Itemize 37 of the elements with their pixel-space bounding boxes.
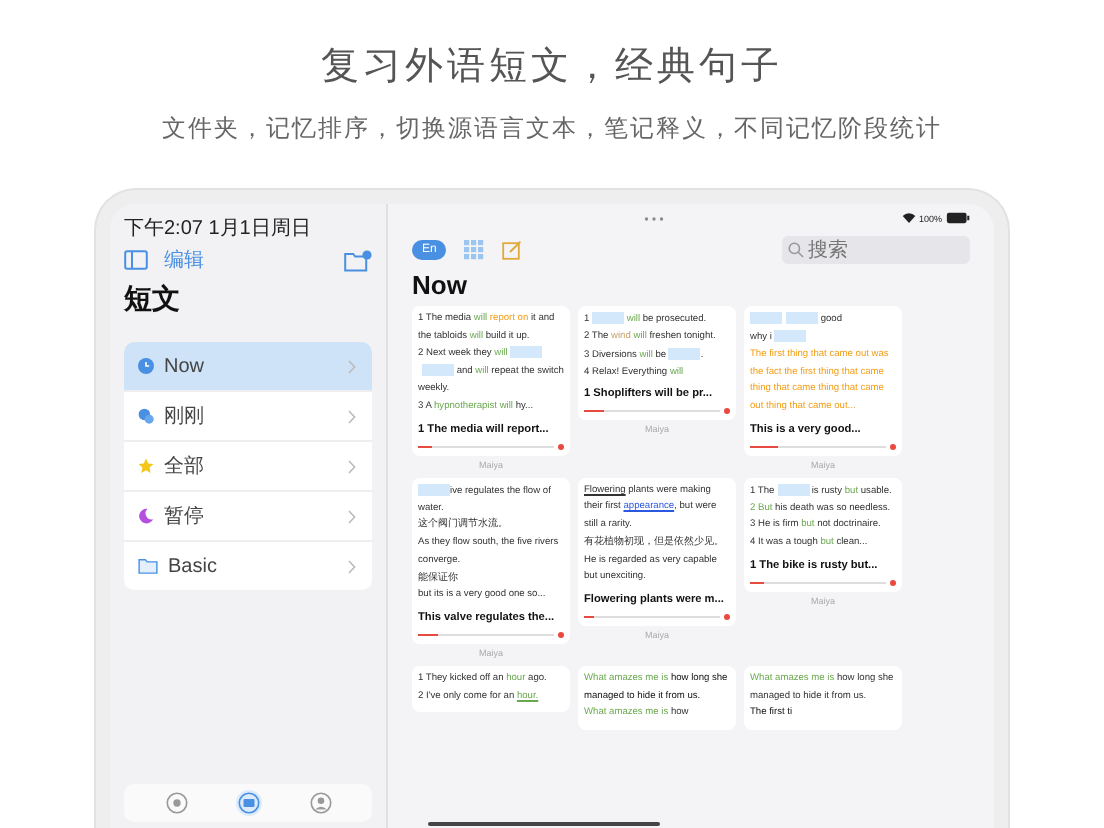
star-icon (138, 458, 154, 474)
subtitle: 文件夹，记忆排序，切换源语言文本，笔记释义，不同记忆阶段统计 (162, 112, 942, 146)
grid-icon[interactable] (464, 240, 485, 260)
sidebar-title: 短文 (124, 282, 182, 318)
end-dot (890, 579, 896, 586)
folder-add-icon[interactable] (344, 249, 372, 271)
folder-icon (138, 558, 158, 574)
battery-icon (946, 212, 971, 224)
chevron-icon (348, 459, 356, 473)
chevron-icon (348, 509, 356, 523)
chevron-icon (348, 559, 356, 573)
edit-icon[interactable] (502, 240, 523, 260)
chevron-icon (348, 409, 356, 423)
page-title: Now (412, 270, 469, 300)
record-tab[interactable] (163, 790, 189, 816)
status-time: 下午2:07 1月1日周日 (124, 216, 313, 242)
cards-tab[interactable] (235, 790, 261, 816)
folder-item[interactable]: Now (124, 342, 372, 392)
search-field[interactable]: 搜索 (782, 236, 970, 264)
profile-tab[interactable] (307, 790, 333, 816)
folder-item[interactable]: 刚刚 (124, 392, 372, 442)
end-dot (890, 443, 896, 450)
end-dot (724, 408, 730, 415)
end-dot (724, 613, 730, 620)
end-dot (558, 443, 564, 450)
folder-item[interactable]: 暂停 (124, 492, 372, 542)
wifi-icon (901, 212, 915, 224)
people-icon (138, 408, 154, 424)
more-dots-icon[interactable] (644, 215, 665, 221)
moon-icon (138, 508, 154, 524)
folder-item[interactable]: Basic (124, 542, 372, 590)
folder-item[interactable]: 全部 (124, 442, 372, 492)
headline: 复习外语短文，经典句子 (321, 44, 783, 92)
sidebar-toggle-icon[interactable] (124, 250, 148, 270)
clock-icon (138, 358, 154, 374)
end-dot (558, 631, 564, 638)
chevron-icon (348, 359, 356, 373)
